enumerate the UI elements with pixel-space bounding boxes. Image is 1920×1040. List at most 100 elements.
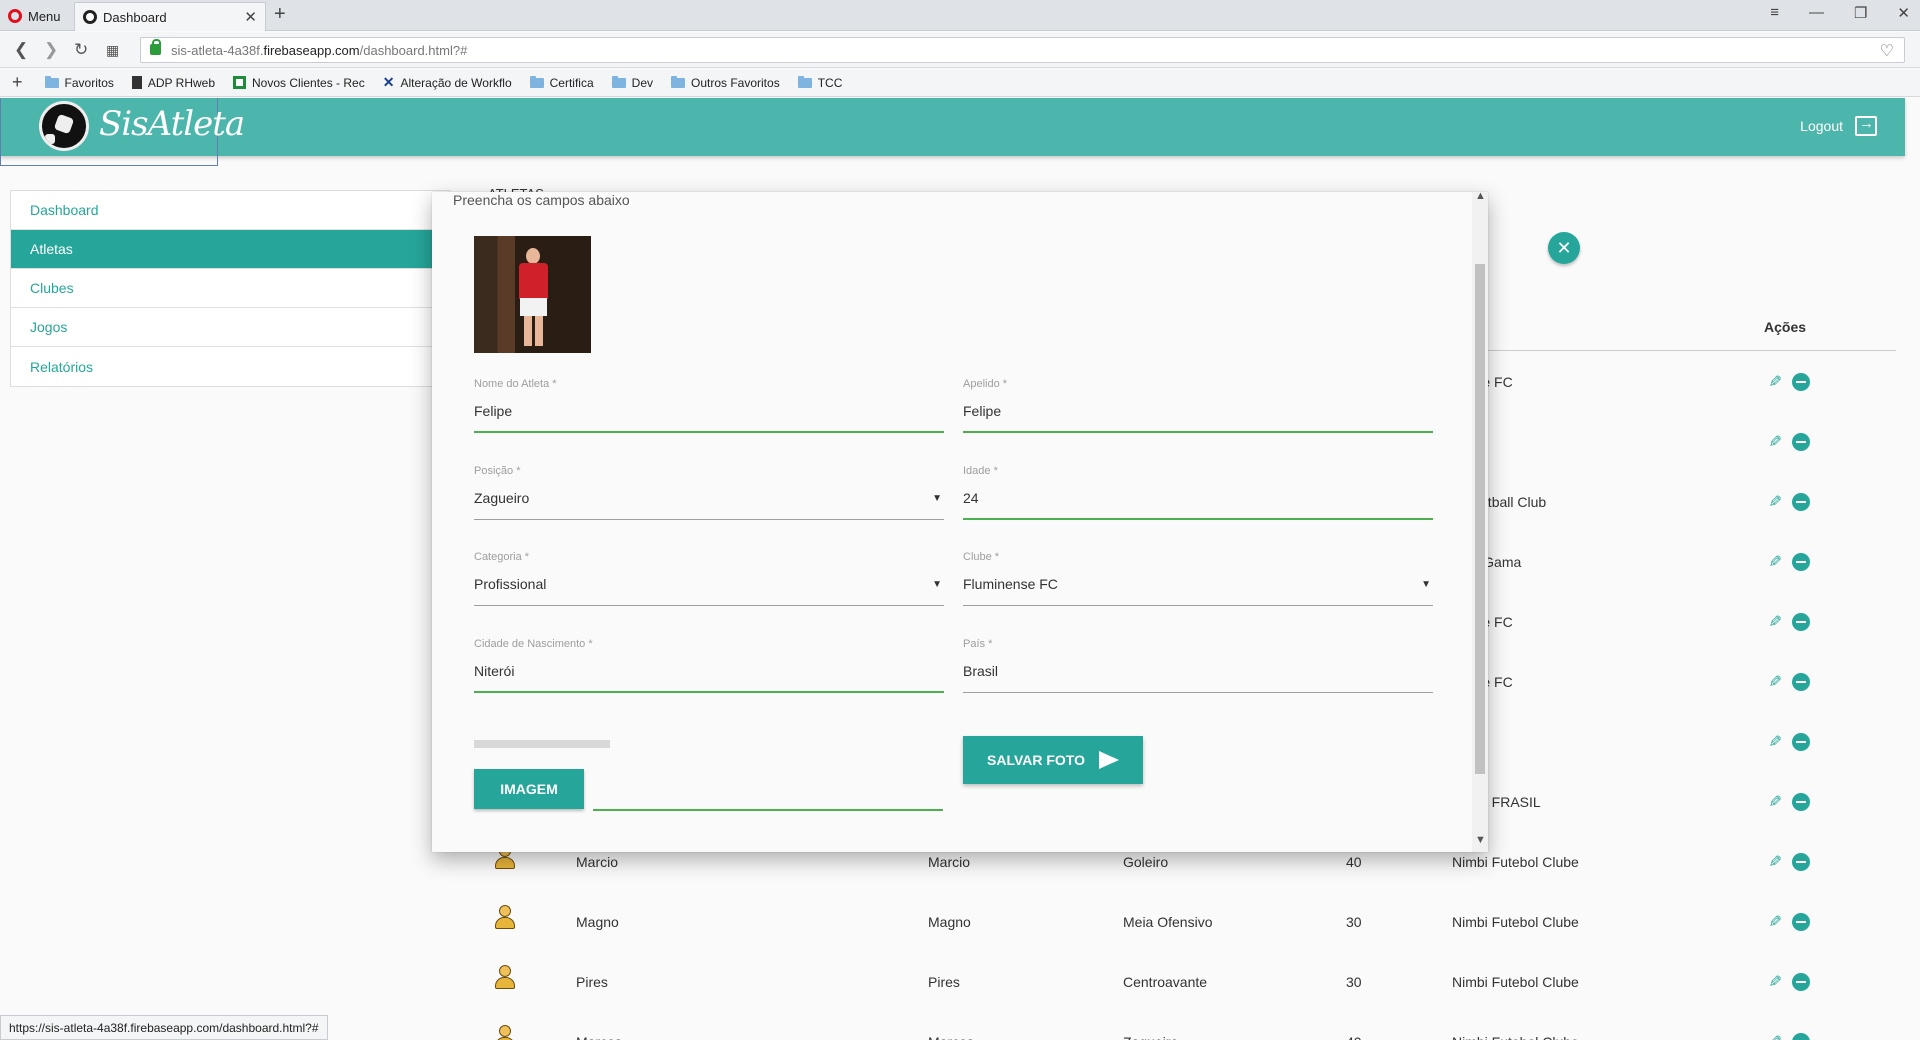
field-value: Zagueiro [474,490,530,506]
scroll-up-arrow-icon[interactable]: ▲ [1475,192,1486,202]
bookmark-label: ADP RHweb [147,75,216,90]
delete-minus-icon[interactable] [1792,1033,1810,1040]
doc-icon [131,76,142,89]
close-form-button[interactable]: ✕ [1548,232,1580,264]
delete-minus-icon[interactable] [1792,793,1810,811]
browser-menu-button[interactable]: Menu [8,7,61,25]
browser-menu-label: Menu [28,8,61,24]
cell-position: Meia Ofensivo [1123,914,1213,930]
back-arrow-icon[interactable]: ❮ [14,40,28,60]
url-field[interactable]: sis-atleta-4a38f. firebaseapp.com/dashboa… [140,37,1905,63]
edit-pencil-icon[interactable]: ✎ [1764,912,1782,931]
folder-icon [797,75,812,88]
sidebar-item-relatorios[interactable]: Relatórios [11,347,449,386]
club-select[interactable]: Clube * Fluminense FC ▼ [963,551,1433,606]
forward-arrow-icon[interactable]: ❯ [44,40,58,60]
delete-minus-icon[interactable] [1792,853,1810,871]
field-label: Clube * [963,551,1000,563]
image-upload-button[interactable]: IMAGEM [474,769,584,809]
age-field[interactable]: Idade * 24 [963,465,1433,520]
field-value: Niterói [474,663,515,679]
edit-pencil-icon[interactable]: ✎ [1764,732,1782,751]
scroll-down-arrow-icon[interactable]: ▼ [1475,834,1486,846]
edit-pencil-icon[interactable]: ✎ [1764,672,1782,691]
delete-minus-icon[interactable] [1792,913,1810,931]
cell-age: 30 [1346,914,1362,930]
bookmark-outros-favoritos[interactable]: Outros Favoritos [671,75,780,90]
edit-pencil-icon[interactable]: ✎ [1764,612,1782,631]
edit-pencil-icon[interactable]: ✎ [1764,552,1782,571]
cell-name: Marcos [576,1034,622,1040]
add-bookmark-plus-icon[interactable]: + [12,72,23,93]
delete-minus-icon[interactable] [1792,733,1810,751]
bookmark-alteracao-workflow[interactable]: ✕ Alteração de Workflo [383,74,512,91]
bookmark-adp-rhweb[interactable]: ADP RHweb [131,75,216,90]
sidebar-item-atletas[interactable]: Atletas [11,230,449,269]
delete-minus-icon[interactable] [1792,373,1810,391]
logout-label: Logout [1800,118,1843,134]
delete-minus-icon[interactable] [1792,613,1810,631]
scrollbar-thumb[interactable] [1475,264,1485,774]
edit-pencil-icon[interactable]: ✎ [1764,972,1782,991]
close-icon: ✕ [1556,237,1572,258]
cell-age: 40 [1346,854,1362,870]
bookmark-label: Novos Clientes - Rec [252,75,365,90]
edit-pencil-icon[interactable]: ✎ [1764,1032,1782,1040]
minimize-icon[interactable]: — [1809,4,1824,22]
x-icon: ✕ [382,74,395,90]
cell-nickname: Marcos [928,1034,974,1040]
cell-position: Goleiro [1123,854,1169,870]
edit-pencil-icon[interactable]: ✎ [1764,852,1782,871]
edit-pencil-icon[interactable]: ✎ [1764,792,1782,811]
modal-subtitle: Preencha os campos abaixo [453,192,630,208]
delete-minus-icon[interactable] [1792,493,1810,511]
category-select[interactable]: Categoria * Profissional ▼ [474,551,944,606]
bookmark-favoritos[interactable]: Favoritos [44,75,114,90]
sidebar-item-dashboard[interactable]: Dashboard [11,191,449,230]
delete-minus-icon[interactable] [1792,973,1810,991]
table-row: Pires Pires Centroavante 30 Nimbi Futebol Cl… [488,952,1896,1012]
bookmark-label: Alteração de Workflo [400,75,512,90]
bookmark-certifica[interactable]: Certifica [529,75,594,90]
restore-icon[interactable]: ❐ [1854,4,1867,22]
cell-club: Nimbi Futebol Clube [1452,914,1579,930]
tab-menu-icon[interactable]: ≡ [1770,4,1779,22]
new-tab-plus-icon[interactable]: + [274,3,286,26]
save-photo-button[interactable]: SALVAR FOTO [963,736,1143,784]
bookmark-dev[interactable]: Dev [611,75,653,90]
speed-dial-grid-icon[interactable]: ▦ [106,42,119,59]
cell-club: Nimbi Futebol Clube [1452,1034,1579,1040]
field-value: Brasil [963,663,999,679]
sidebar-item-clubes[interactable]: Clubes [11,269,449,308]
delete-minus-icon[interactable] [1792,433,1810,451]
delete-minus-icon[interactable] [1792,553,1810,571]
browser-tab-dashboard[interactable]: Dashboard ✕ [74,2,266,31]
bookmark-heart-icon[interactable]: ♡ [1880,41,1894,61]
field-value: Fluminense FC [963,576,1058,592]
field-label: Cidade de Nascimento * [474,638,593,650]
birth-city-field[interactable]: Cidade de Nascimento * Niterói [474,638,944,693]
logout-button[interactable]: Logout [1800,115,1877,136]
edit-pencil-icon[interactable]: ✎ [1764,372,1782,391]
reload-icon[interactable]: ↻ [74,40,88,60]
bookmark-tcc[interactable]: TCC [797,75,843,90]
field-label: Idade * [963,465,998,477]
athlete-name-field[interactable]: Nome do Atleta * Felipe [474,378,944,433]
position-select[interactable]: Posição * Zagueiro ▼ [474,465,944,520]
country-field[interactable]: País * Brasil [963,638,1433,693]
field-value: Profissional [474,576,547,592]
edit-pencil-icon[interactable]: ✎ [1764,432,1782,451]
nickname-field[interactable]: Apelido * Felipe [963,378,1433,433]
edit-pencil-icon[interactable]: ✎ [1764,492,1782,511]
field-label: Posição * [474,465,521,477]
field-value: Felipe [474,403,513,419]
file-path-input[interactable] [593,809,943,811]
window-close-icon[interactable]: ✕ [1897,4,1910,22]
app-logo[interactable]: SisAtleta [0,98,245,166]
bookmark-novos-clientes[interactable]: Novos Clientes - Rec [233,76,365,90]
delete-minus-icon[interactable] [1792,673,1810,691]
upload-progress-bar [474,740,610,748]
sidebar-item-jogos[interactable]: Jogos [11,308,449,347]
bookmark-label: TCC [817,75,843,90]
tab-close-icon[interactable]: ✕ [244,8,257,26]
